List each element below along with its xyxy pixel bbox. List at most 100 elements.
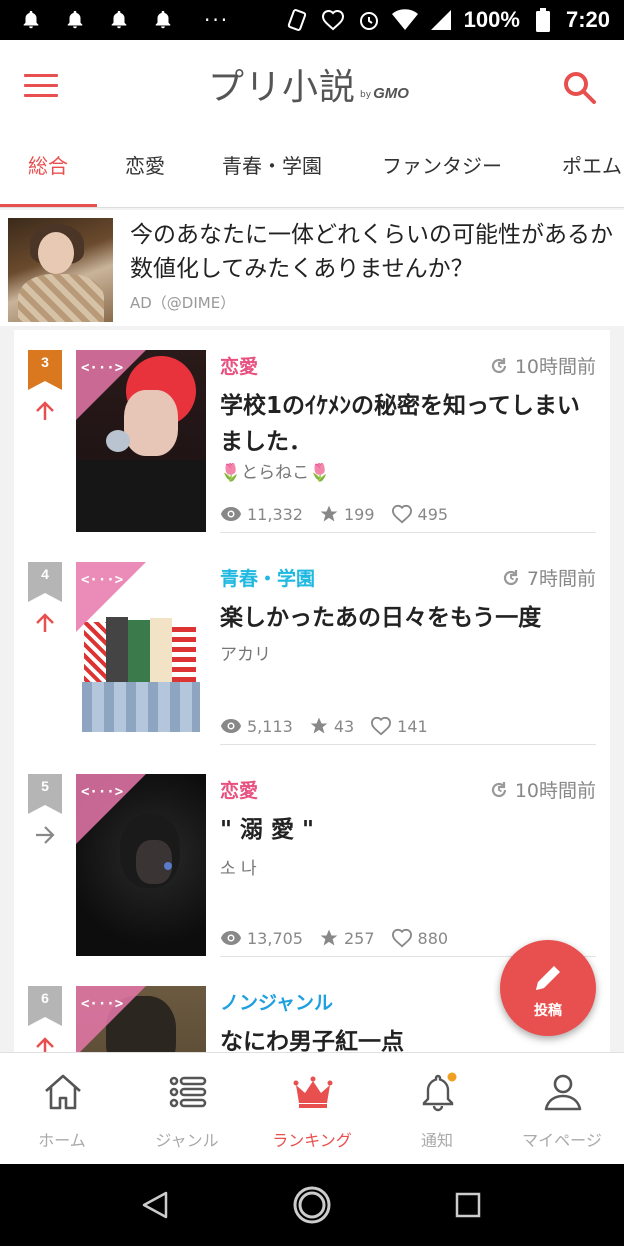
author-name[interactable]: 소 나	[220, 854, 257, 879]
story-cover[interactable]: <···>	[76, 774, 206, 956]
likes-stat: 141	[370, 716, 428, 736]
rank-badge: 5	[28, 774, 62, 814]
nfc-phone-icon	[284, 7, 310, 33]
story-title[interactable]: " 溺 愛 "	[220, 812, 590, 848]
list-item[interactable]: 3 <···> 恋愛 10時間前 学校1のｲｹﾒﾝの秘密を知ってしまいました． …	[14, 330, 610, 542]
eye-icon	[221, 507, 241, 521]
app-logo[interactable]: プリ小説 by GMO	[208, 62, 409, 110]
genre-label[interactable]: 恋愛	[220, 352, 258, 379]
stars-stat: 199	[319, 504, 375, 524]
wifi-icon	[391, 7, 418, 33]
item-divider	[220, 532, 596, 533]
likes-count: 141	[397, 716, 428, 736]
heart-icon	[371, 716, 392, 736]
story-stats: 13,705 257 880	[220, 928, 454, 948]
rank-number: 4	[41, 566, 49, 582]
story-title[interactable]: 学校1のｲｹﾒﾝの秘密を知ってしまいました．	[220, 388, 590, 460]
nav-label: ランキング	[272, 1131, 352, 1150]
story-cover[interactable]: <···>	[76, 986, 206, 1052]
nav-label: ホーム	[38, 1131, 86, 1150]
time-text: 7時間前	[526, 568, 596, 590]
ad-banner[interactable]: 今のあなたに一体どれくらいの可能性があるか数値化してみたくありませんか？ AD（…	[0, 210, 624, 326]
search-icon	[564, 72, 596, 104]
story-cover[interactable]: <···>	[76, 350, 206, 532]
code-icon: <···>	[81, 996, 124, 1012]
tab-youth-school[interactable]: 青春・学園	[222, 150, 322, 179]
search-button[interactable]	[562, 70, 598, 106]
author-name[interactable]: 🌷とらねこ🌷	[220, 458, 330, 483]
code-icon: <···>	[81, 360, 124, 376]
author-name[interactable]: アカリ	[220, 640, 271, 665]
overflow-dots: ···	[204, 8, 230, 32]
nav-notifications[interactable]: 通知	[375, 1053, 499, 1165]
time-text: 10時間前	[514, 356, 596, 378]
recents-icon[interactable]	[455, 1192, 481, 1218]
stars-count: 199	[343, 504, 375, 524]
ad-title: 今のあなたに一体どれくらいの可能性があるか数値化してみたくありませんか？	[130, 222, 613, 282]
nav-mypage[interactable]: マイページ	[500, 1053, 624, 1165]
stars-count: 43	[333, 716, 355, 736]
genre-label[interactable]: ノンジャンル	[220, 988, 333, 1015]
app-header: プリ小説 by GMO	[0, 40, 624, 134]
rank-badge: 4	[28, 562, 62, 602]
story-stats: 11,332 199 495	[220, 504, 454, 524]
views-stat: 13,705	[220, 929, 303, 948]
post-button-label: 投稿	[534, 1003, 562, 1019]
nav-label: 通知	[420, 1131, 453, 1150]
hamburger-line	[24, 94, 58, 97]
alarm-icon	[356, 7, 382, 33]
list-item[interactable]: 4 <···> 青春・学園 7時間前 楽しかったあの日々をもう一度 アカリ 5,…	[14, 542, 610, 754]
cover-legs	[82, 682, 200, 732]
system-navigation-bar	[0, 1164, 624, 1246]
nav-label: マイページ	[522, 1131, 602, 1150]
code-icon: <···>	[81, 784, 124, 800]
eye-icon	[221, 931, 241, 945]
updated-time: 10時間前	[489, 352, 596, 379]
heart-icon	[391, 504, 412, 524]
battery-percent: 100%	[463, 7, 520, 32]
time-text: 10時間前	[514, 780, 596, 802]
cover-figure	[150, 618, 172, 690]
story-title[interactable]: 楽しかったあの日々をもう一度	[220, 600, 590, 636]
views-count: 5,113	[247, 716, 293, 736]
thumb-robe	[18, 274, 104, 322]
logo-by: by	[360, 90, 372, 100]
star-icon	[320, 505, 338, 522]
tab-poem[interactable]: ポエム	[562, 150, 622, 179]
rank-badge: 6	[28, 986, 62, 1026]
tab-romance[interactable]: 恋愛	[125, 150, 165, 179]
thumb-face	[38, 232, 74, 274]
person-icon	[544, 1074, 582, 1111]
post-button[interactable]: 投稿	[500, 940, 596, 1036]
cover-body	[76, 460, 206, 532]
back-icon[interactable]	[140, 1190, 170, 1220]
heart-icon	[391, 928, 412, 948]
ad-label: AD（@DIME）	[130, 294, 236, 312]
tab-fantasy[interactable]: ファンタジー	[382, 150, 502, 179]
genre-label[interactable]: 青春・学園	[220, 564, 315, 591]
story-stats: 5,113 43 141	[220, 716, 434, 736]
story-cover[interactable]: <···>	[76, 562, 206, 744]
likes-count: 880	[417, 928, 449, 948]
cover-earring	[164, 862, 172, 870]
hamburger-line	[24, 84, 58, 87]
list-icon	[169, 1076, 207, 1108]
pencil-icon	[536, 966, 560, 990]
genre-label[interactable]: 恋愛	[220, 776, 258, 803]
nav-home[interactable]: ホーム	[0, 1053, 124, 1165]
refresh-icon	[491, 357, 506, 373]
cover-mic	[106, 430, 130, 452]
tab-overall[interactable]: 総合	[28, 150, 68, 179]
home-icon	[45, 1074, 81, 1110]
home-circle-icon[interactable]	[292, 1185, 332, 1225]
ad-thumbnail	[8, 218, 113, 322]
stars-stat: 43	[309, 716, 354, 736]
nav-ranking[interactable]: ランキング	[250, 1053, 374, 1165]
nav-genre[interactable]: ジャンル	[125, 1053, 249, 1165]
trend-flat-icon	[36, 826, 55, 844]
list-item[interactable]: 5 <···> 恋愛 10時間前 " 溺 愛 " 소 나 13,705 257	[14, 754, 610, 966]
battery-icon	[530, 7, 556, 33]
views-count: 13,705	[247, 928, 303, 948]
menu-button[interactable]	[24, 74, 58, 100]
updated-time: 7時間前	[501, 564, 596, 591]
